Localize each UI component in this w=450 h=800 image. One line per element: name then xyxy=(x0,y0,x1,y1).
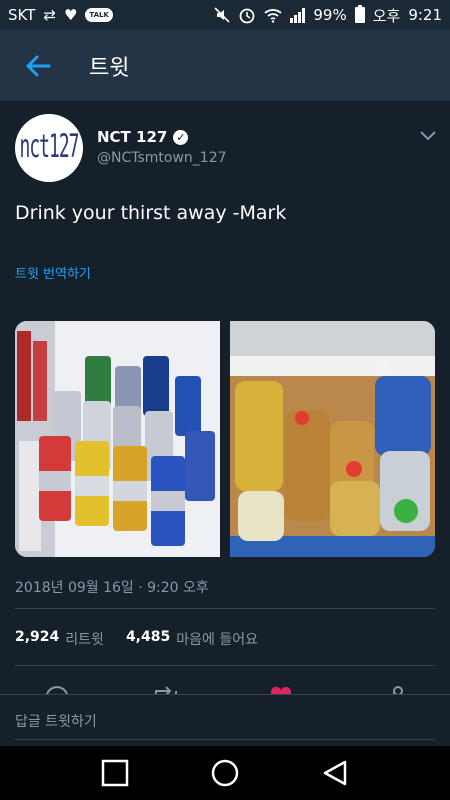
can-rows xyxy=(39,356,215,546)
reply-composer[interactable]: 답글 트윗하기 xyxy=(0,694,450,746)
recent-apps-icon[interactable] xyxy=(101,759,129,787)
mute-icon xyxy=(214,7,230,23)
system-nav-bar xyxy=(0,746,450,800)
like-count[interactable]: 4,485 xyxy=(126,629,170,649)
reply-underline xyxy=(15,739,435,740)
energy-drink-cans-image xyxy=(15,321,215,557)
battery-icon xyxy=(354,5,365,23)
app-bar: 트윗 xyxy=(0,30,450,102)
home-icon[interactable] xyxy=(210,758,240,788)
avatar[interactable]: nct127 xyxy=(15,114,83,182)
display-name[interactable]: NCT 127 ✓ xyxy=(97,128,189,146)
avatar-logo: nct127 xyxy=(19,128,79,166)
tweet-detail: nct127 NCT 127 ✓ @NCTsmtown_127 Drink yo… xyxy=(0,102,450,700)
divider xyxy=(15,608,435,609)
chevron-down-icon xyxy=(420,131,436,141)
divider xyxy=(15,665,435,666)
photo-cooler-drinks[interactable] xyxy=(230,321,435,557)
display-name-text: NCT 127 xyxy=(97,128,168,146)
verified-badge-icon: ✓ xyxy=(173,129,189,145)
retweet-icon: ⇄ xyxy=(43,5,56,24)
wifi-icon xyxy=(264,8,282,23)
tweet-timestamp: 2018년 09월 16일 · 9:20 오후 xyxy=(15,580,209,596)
like-label[interactable]: 마음에 들어요 xyxy=(176,629,258,649)
ampm-label: 오후 xyxy=(372,6,401,25)
reply-input[interactable]: 답글 트윗하기 xyxy=(15,711,97,731)
cooler-bottles-image xyxy=(230,321,435,557)
clock: 9:21 xyxy=(408,6,442,24)
photo-energy-drinks[interactable] xyxy=(15,321,220,557)
tweet-text: Drink your thirst away -Mark xyxy=(15,202,287,224)
status-right: 99% 오후 9:21 xyxy=(214,5,442,26)
alarm-icon xyxy=(239,8,255,24)
stats-spacer xyxy=(110,629,120,649)
tweet-media xyxy=(15,321,435,557)
battery-label: 99% xyxy=(313,6,347,24)
back-button[interactable] xyxy=(0,30,75,101)
heart-icon: ♥ xyxy=(63,5,78,24)
back-arrow-icon xyxy=(26,55,50,76)
page-title: 트윗 xyxy=(89,55,130,81)
status-bar: SKT ⇄ ♥ TALK 99% 오후 9:21 xyxy=(0,0,450,30)
more-options-button[interactable] xyxy=(420,126,436,145)
retweet-count[interactable]: 2,924 xyxy=(15,629,59,649)
carrier-label: SKT xyxy=(8,6,36,24)
back-icon[interactable] xyxy=(321,759,349,787)
retweet-label[interactable]: 리트윗 xyxy=(65,629,104,649)
translate-link[interactable]: 트윗 번역하기 xyxy=(15,263,91,282)
user-handle[interactable]: @NCTsmtown_127 xyxy=(97,150,227,166)
tweet-stats: 2,924 리트윗 4,485 마음에 들어요 xyxy=(15,629,258,649)
signal-icon xyxy=(290,7,306,23)
status-left: SKT ⇄ ♥ TALK xyxy=(8,6,113,24)
kakaotalk-icon: TALK xyxy=(85,8,113,22)
